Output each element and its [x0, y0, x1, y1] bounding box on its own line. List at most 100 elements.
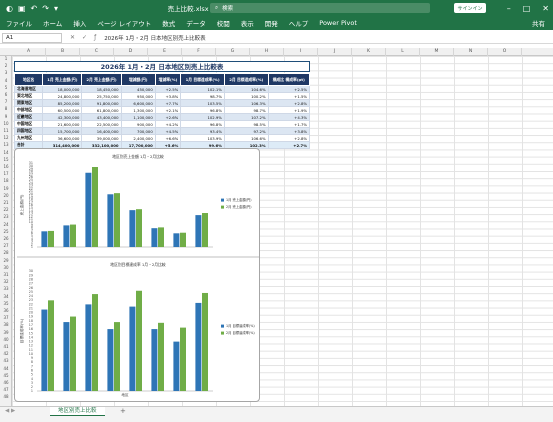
share-button[interactable]: 共有 [532, 18, 545, 28]
table-cell[interactable]: 東北地区 [13, 92, 44, 100]
table-cell[interactable]: 24,800,000 [42, 92, 83, 100]
table-cell[interactable]: +1.7% [267, 120, 311, 128]
table-cell[interactable]: 950,000 [120, 92, 156, 100]
table-cell[interactable]: +3.8% [267, 127, 311, 135]
table-cell[interactable]: 北海道地区 [13, 85, 44, 93]
table-header-cell[interactable]: 増減額(円) [120, 73, 156, 86]
table-cell[interactable]: 900,000 [120, 120, 156, 128]
row-header[interactable]: 15 [0, 157, 12, 162]
maximize-icon[interactable]: □ [523, 4, 531, 13]
row-header[interactable]: 30 [0, 265, 12, 270]
add-sheet-button[interactable]: + [120, 407, 126, 415]
table-cell[interactable]: 22,500,000 [81, 120, 122, 128]
row-header[interactable]: 42 [0, 351, 12, 356]
table-cell[interactable]: 中国地区 [13, 120, 44, 128]
row-header[interactable]: 1 [0, 56, 12, 61]
chart-object[interactable]: 地区別売上金額 1月・2月比較 31 30 29 28 27 26 25 24 23 22 21 20 1… [14, 148, 260, 402]
table-cell[interactable]: +4.3% [267, 113, 311, 121]
table-cell[interactable]: 104.6% [223, 85, 269, 93]
row-header[interactable]: 47 [0, 387, 12, 392]
table-cell[interactable]: +7.7% [154, 99, 182, 107]
ribbon-tab[interactable]: Power Pivot [319, 19, 357, 27]
table-cell[interactable]: 96.8% [180, 120, 225, 128]
row-header[interactable]: 32 [0, 279, 12, 284]
row-header[interactable]: 22 [0, 207, 12, 212]
table-cell[interactable]: 九州地区 [13, 134, 44, 142]
redo-icon[interactable]: ↷ [42, 4, 49, 13]
row-header[interactable]: 18 [0, 178, 12, 183]
table-title[interactable]: 2026年 1月・2月 日本地区別売上比較表 [14, 61, 310, 72]
ribbon-tab[interactable]: 校閲 [217, 18, 230, 28]
table-cell[interactable]: 97.2% [223, 127, 269, 135]
table-cell[interactable]: +4.2% [154, 120, 182, 128]
table-cell[interactable]: +2.1% [154, 106, 182, 114]
table-cell[interactable]: 25,750,000 [81, 92, 122, 100]
row-header[interactable]: 12 [0, 135, 12, 140]
row-header[interactable]: 4 [0, 78, 12, 83]
row-header[interactable]: 11 [0, 128, 12, 133]
row-header[interactable]: 33 [0, 286, 12, 291]
row-header[interactable]: 38 [0, 322, 12, 327]
table-cell[interactable]: 1,100,000 [120, 113, 156, 121]
ribbon-tab[interactable]: ページ レイアウト [97, 18, 151, 28]
table-cell[interactable]: 103.9% [180, 134, 225, 142]
table-cell[interactable]: 107.2% [223, 113, 269, 121]
ribbon-tab[interactable]: ファイル [6, 18, 32, 28]
autosave-icon[interactable]: ◐ [6, 4, 13, 13]
column-header[interactable]: E [148, 48, 182, 56]
undo-icon[interactable]: ↶ [31, 4, 38, 13]
table-cell[interactable]: 102.1% [180, 85, 225, 93]
table-cell[interactable]: 93.4% [180, 127, 225, 135]
table-cell[interactable]: +2.6% [154, 113, 182, 121]
table-cell[interactable]: 2,400,000 [120, 134, 156, 142]
customize-icon[interactable]: ▾ [54, 4, 58, 13]
row-header[interactable]: 28 [0, 250, 12, 255]
row-header[interactable]: 44 [0, 366, 12, 371]
row-header[interactable]: 39 [0, 330, 12, 335]
table-cell[interactable]: 98.5% [223, 120, 269, 128]
row-header[interactable]: 19 [0, 186, 12, 191]
row-header[interactable]: 7 [0, 99, 12, 104]
table-cell[interactable]: +2.5% [267, 85, 311, 93]
column-header[interactable]: I [284, 48, 318, 56]
table-row[interactable]: 中部地区 60,500,000 61,800,000 1,300,000 +2.1% 96… [13, 106, 311, 114]
table-cell[interactable]: 106.3% [223, 99, 269, 107]
table-row[interactable]: 東北地区 24,800,000 25,750,000 950,000 +3.8% 98.7… [13, 92, 311, 100]
row-header[interactable]: 9 [0, 114, 12, 119]
table-cell[interactable]: 106.6% [223, 134, 269, 142]
formula-input[interactable]: 2026年 1月・2月 日本地区別売上比較表 [104, 34, 206, 42]
ribbon-tab[interactable]: 開発 [265, 18, 278, 28]
row-header[interactable]: 10 [0, 121, 12, 126]
column-header[interactable]: H [250, 48, 284, 56]
name-box[interactable]: A1 [2, 32, 62, 43]
column-header[interactable]: K [352, 48, 386, 56]
table-header-cell[interactable]: 2月 売上金額(円) [81, 73, 122, 86]
row-header[interactable]: 8 [0, 106, 12, 111]
table-row[interactable]: 中国地区 21,600,000 22,500,000 900,000 +4.2% 96.8… [13, 120, 311, 128]
table-row[interactable]: 四国地区 15,700,000 16,400,000 700,000 +4.5% 93.4… [13, 127, 311, 135]
column-header[interactable]: M [420, 48, 454, 56]
column-header[interactable]: A [12, 48, 46, 56]
row-header[interactable]: 41 [0, 344, 12, 349]
row-header[interactable]: 24 [0, 222, 12, 227]
row-header[interactable]: 46 [0, 380, 12, 385]
row-header[interactable]: 14 [0, 150, 12, 155]
table-cell[interactable]: 21,600,000 [42, 120, 83, 128]
row-header[interactable]: 35 [0, 301, 12, 306]
column-header[interactable]: J [318, 48, 352, 56]
table-header-cell[interactable]: 増減率(%) [154, 73, 182, 86]
table-cell[interactable]: 42,300,000 [42, 113, 83, 121]
search-box[interactable]: ⌕ 検索 [210, 3, 430, 13]
table-cell[interactable]: +2.8% [267, 134, 311, 142]
table-cell[interactable]: 中部地区 [13, 106, 44, 114]
ribbon-tab[interactable]: 数式 [162, 18, 175, 28]
ribbon-tab[interactable]: 表示 [241, 18, 254, 28]
save-icon[interactable]: ▣ [18, 4, 26, 13]
table-cell[interactable]: 91,800,000 [81, 99, 122, 107]
ribbon-tab[interactable]: 挿入 [73, 18, 86, 28]
table-cell[interactable]: 6,600,000 [120, 99, 156, 107]
ribbon-tab[interactable]: データ [186, 18, 206, 28]
table-header-cell[interactable]: 2月 目標達成率(%) [223, 73, 269, 86]
table-header-cell[interactable]: 地区名 [13, 73, 44, 86]
table-cell[interactable]: +1.5% [267, 92, 311, 100]
